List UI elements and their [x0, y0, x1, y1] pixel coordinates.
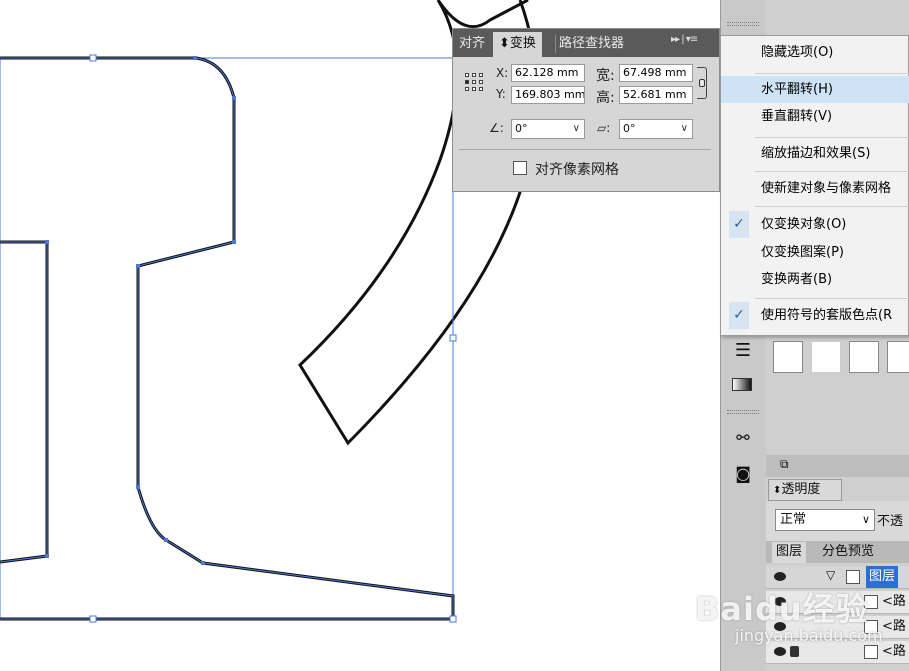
selected-path-highlight	[0, 57, 454, 620]
baidu-watermark-url: jingyan.baidu.com	[735, 626, 883, 645]
links-panel-icon[interactable]: ⚯	[728, 428, 758, 454]
menu-separator	[755, 206, 909, 207]
menu-item-symbol-registration-point[interactable]: ✓ 使用符号的套版色点(R	[721, 302, 909, 329]
swatch-white[interactable]	[811, 341, 841, 373]
opacity-label: 不透	[877, 514, 904, 529]
swatches-footer: ⧉	[766, 455, 909, 477]
stroke-panel-icon[interactable]: ☰	[728, 340, 758, 366]
menu-item-transform-pattern-only[interactable]: 仅变换图案(P)	[721, 239, 909, 266]
x-field[interactable]: 62.128 mm	[511, 64, 585, 82]
layers-tab-bar: 图层 分色预览	[766, 541, 909, 563]
menu-item-transform-object-only[interactable]: ✓ 仅变换对象(O)	[721, 211, 909, 238]
tab-pathfinder[interactable]: 路径查找器	[559, 32, 624, 57]
width-label: 宽:	[596, 68, 615, 84]
menu-item-hide-options[interactable]: 隐藏选项(O)	[721, 39, 909, 66]
path-thumbnail	[864, 645, 878, 659]
path-name[interactable]: <路	[882, 616, 906, 638]
y-field[interactable]: 169.803 mm	[511, 86, 585, 104]
menu-item-flip-vertical[interactable]: 垂直翻转(V)	[721, 103, 909, 130]
blend-mode-dropdown[interactable]: 正常 ∨	[775, 509, 875, 531]
x-label: X:	[496, 66, 509, 80]
swatch-registration[interactable]	[849, 341, 879, 373]
tab-align[interactable]: 对齐	[459, 32, 493, 57]
path-name[interactable]: <路	[882, 591, 906, 613]
expand-triangle-icon[interactable]: ▽	[826, 568, 835, 582]
anchor-points	[45, 56, 236, 565]
menu-separator	[755, 73, 909, 74]
swatch-extra[interactable]	[887, 341, 909, 373]
width-field[interactable]: 67.498 mm	[619, 64, 693, 82]
transform-panel: 对齐 ⬍变换 路径查找器 ▸▸ | ▾≡ X: 62.128 mm Y: 169…	[452, 28, 720, 192]
chevron-down-icon: ∨	[861, 513, 870, 526]
image-trace-panel-icon[interactable]: ◙	[728, 464, 758, 490]
menu-item-flip-horizontal[interactable]: 水平翻转(H)	[721, 76, 909, 103]
constrain-proportions-icon[interactable]	[697, 67, 707, 99]
menu-item-scale-strokes[interactable]: 缩放描边和效果(S)	[721, 140, 909, 167]
gradient-panel-icon[interactable]	[728, 372, 758, 398]
dock-grip[interactable]	[727, 22, 759, 26]
rotate-icon: ∠:	[489, 121, 504, 135]
menu-separator	[755, 171, 909, 172]
menu-separator	[755, 137, 909, 138]
dock-grip-2[interactable]	[727, 410, 759, 414]
baidu-watermark: Baidu经验	[695, 590, 869, 628]
visibility-eye-icon[interactable]	[774, 572, 786, 581]
menu-item-transform-both[interactable]: 变换两者(B)	[721, 266, 909, 293]
menu-separator	[755, 298, 909, 299]
align-pixel-grid-label: 对齐像素网格	[535, 162, 619, 178]
chevron-down-icon: ∨	[572, 123, 580, 134]
layer-thumbnail	[846, 570, 860, 584]
selection-bounding-box	[0, 57, 454, 620]
panel-divider	[459, 149, 711, 150]
height-label: 高:	[596, 90, 615, 106]
lock-icon[interactable]	[790, 646, 799, 657]
tab-layers[interactable]: 图层	[772, 542, 807, 563]
shear-icon: ▱:	[597, 121, 611, 135]
height-field[interactable]: 52.681 mm	[619, 86, 693, 104]
swatch-library-icon[interactable]: ⧉	[780, 457, 789, 472]
check-icon: ✓	[729, 302, 749, 329]
shear-dropdown[interactable]: 0° ∨	[619, 119, 693, 139]
swatch-none[interactable]	[773, 341, 803, 373]
y-label: Y:	[496, 87, 506, 101]
menu-item-align-new-objects[interactable]: 使新建对象与像素网格	[721, 175, 909, 202]
rotate-dropdown[interactable]: 0° ∨	[511, 119, 585, 139]
panel-menu-icon[interactable]: ▸▸ | ▾≡	[671, 34, 698, 45]
tab-transparency[interactable]: ⬍透明度	[768, 479, 842, 501]
path-name[interactable]: <路	[882, 641, 906, 663]
tab-separations-preview[interactable]: 分色预览	[818, 542, 878, 563]
visibility-eye-icon[interactable]	[774, 647, 786, 656]
tab-transform[interactable]: ⬍变换	[493, 32, 542, 57]
chevron-down-icon: ∨	[680, 123, 688, 134]
transform-panel-flyout-menu: 隐藏选项(O) 水平翻转(H) 垂直翻转(V) 缩放描边和效果(S) 使新建对象…	[720, 35, 909, 336]
reference-point-icon[interactable]	[465, 73, 485, 93]
selected-path[interactable]	[0, 56, 455, 621]
align-pixel-grid-checkbox[interactable]	[513, 161, 527, 175]
tab-arrows-icon: ⬍	[499, 36, 510, 51]
check-icon: ✓	[729, 211, 749, 238]
layer-name[interactable]: 图层	[866, 566, 899, 588]
panel-tab-bar: 对齐 ⬍变换 路径查找器 ▸▸ | ▾≡	[453, 29, 719, 57]
bounding-box-handles[interactable]	[89, 54, 457, 623]
